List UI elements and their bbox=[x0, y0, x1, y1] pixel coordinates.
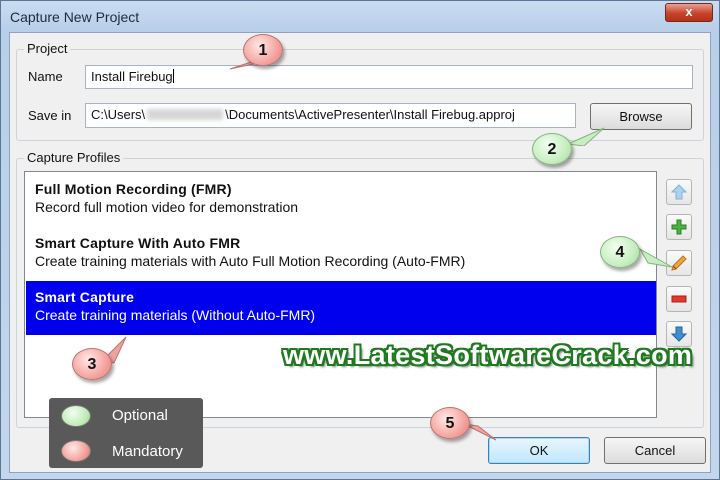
ok-label: OK bbox=[529, 443, 549, 458]
profile-item-fmr[interactable]: Full Motion Recording (FMR) Record full … bbox=[26, 173, 656, 227]
name-field[interactable]: Install Firebug bbox=[85, 65, 693, 89]
watermark-text: www.LatestSoftwareCrack.com bbox=[283, 340, 693, 370]
savein-label: Save in bbox=[28, 108, 72, 123]
mandatory-legend-icon bbox=[61, 440, 91, 462]
savein-prefix: C:\Users\ bbox=[91, 107, 146, 122]
name-label: Name bbox=[28, 69, 63, 84]
arrow-up-icon bbox=[671, 184, 687, 200]
optional-legend-icon bbox=[61, 405, 91, 427]
capture-profiles-legend: Capture Profiles bbox=[24, 150, 124, 165]
ok-button[interactable]: OK bbox=[488, 437, 590, 464]
callout-1: 1 bbox=[243, 34, 283, 66]
callout-4: 4 bbox=[600, 236, 640, 268]
minus-icon bbox=[671, 295, 687, 303]
callout-2-pointer bbox=[566, 127, 605, 146]
move-up-button[interactable] bbox=[666, 179, 692, 205]
close-button[interactable]: x bbox=[665, 3, 713, 22]
project-legend: Project bbox=[24, 41, 71, 56]
savein-suffix: \Documents\ActivePresenter\Install Fireb… bbox=[225, 107, 515, 122]
text-caret bbox=[172, 69, 174, 83]
profile-title: Full Motion Recording (FMR) bbox=[35, 181, 232, 197]
plus-icon bbox=[671, 219, 687, 235]
browse-label: Browse bbox=[619, 109, 663, 124]
window-title: Capture New Project bbox=[10, 9, 140, 25]
optional-legend-label: Optional bbox=[112, 407, 168, 424]
callout-3: 3 bbox=[72, 348, 112, 380]
callout-4-pointer bbox=[638, 247, 673, 268]
redacted-username bbox=[147, 109, 224, 120]
mandatory-legend-label: Mandatory bbox=[112, 443, 183, 460]
close-icon: x bbox=[685, 4, 693, 19]
callout-legend: Optional Mandatory bbox=[49, 398, 203, 468]
profile-title: Smart Capture With Auto FMR bbox=[35, 235, 241, 251]
profile-item-smart-capture[interactable]: Smart Capture Create training materials … bbox=[26, 281, 656, 335]
profile-description: Record full motion video for demonstrati… bbox=[35, 199, 299, 215]
callout-2: 2 bbox=[532, 133, 572, 165]
add-profile-button[interactable] bbox=[666, 214, 692, 240]
profile-title: Smart Capture bbox=[35, 289, 135, 305]
capture-profiles-list[interactable]: Full Motion Recording (FMR) Record full … bbox=[24, 171, 657, 418]
title-bar[interactable]: Capture New Project x bbox=[1, 1, 719, 33]
cancel-label: Cancel bbox=[634, 443, 676, 458]
remove-profile-button[interactable] bbox=[666, 286, 692, 312]
profile-description: Create training materials with Auto Full… bbox=[35, 253, 466, 269]
cancel-button[interactable]: Cancel bbox=[604, 437, 706, 464]
savein-field[interactable]: C:\Users\ \Documents\ActivePresenter\Inst… bbox=[85, 103, 576, 128]
profile-item-smart-capture-auto-fmr[interactable]: Smart Capture With Auto FMR Create train… bbox=[26, 227, 656, 281]
callout-5: 5 bbox=[430, 407, 470, 439]
profile-description: Create training materials (Without Auto-… bbox=[35, 307, 316, 323]
name-value: Install Firebug bbox=[91, 69, 173, 84]
